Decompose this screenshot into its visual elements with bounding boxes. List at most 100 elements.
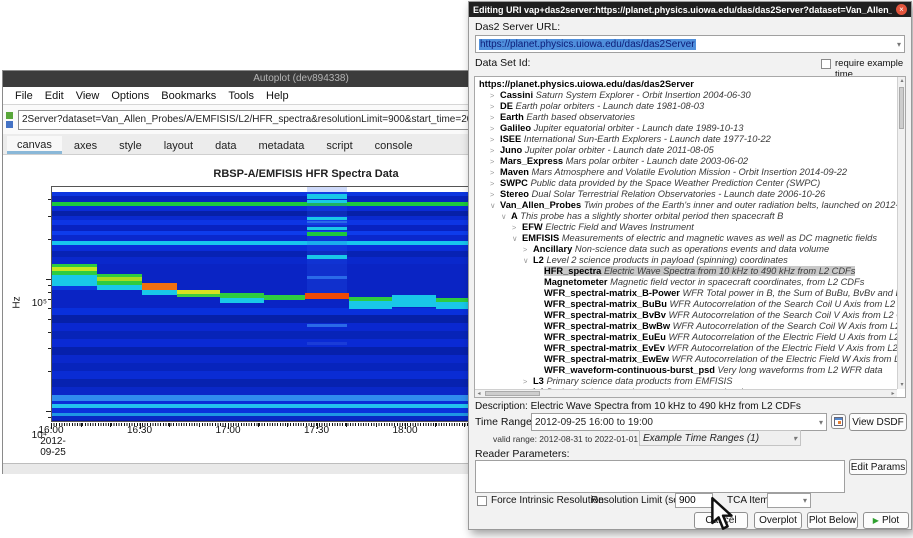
chevron-down-icon[interactable]: ▾ bbox=[819, 418, 823, 427]
tab-script[interactable]: script bbox=[316, 137, 362, 154]
chevron-collapsed-icon[interactable]: > bbox=[490, 145, 500, 156]
close-icon[interactable]: × bbox=[896, 4, 907, 15]
tree-item[interactable]: >EFW Electric Field and Waves Instrument bbox=[475, 222, 905, 233]
scroll-right-icon[interactable]: ▸ bbox=[889, 390, 897, 398]
example-time-ranges-value[interactable]: Example Time Ranges (1) bbox=[643, 433, 759, 444]
scroll-up-icon[interactable]: ▴ bbox=[898, 77, 906, 85]
calendar-picker-button[interactable] bbox=[831, 414, 846, 429]
chevron-collapsed-icon[interactable]: > bbox=[490, 178, 500, 189]
chevron-expanded-icon[interactable]: ∨ bbox=[490, 200, 500, 211]
dialog-titlebar[interactable]: Editing URI vap+das2server:https://plane… bbox=[469, 2, 911, 17]
chevron-collapsed-icon[interactable]: > bbox=[490, 112, 500, 123]
tree-item[interactable]: WFR_spectral-matrix_EvEv WFR Autocorrela… bbox=[475, 343, 905, 354]
reader-params-label: Reader Parameters: bbox=[475, 448, 570, 460]
tree-item[interactable]: >Cassini Saturn System Explorer - Orbit … bbox=[475, 90, 905, 101]
tab-style[interactable]: style bbox=[109, 137, 152, 154]
tab-data[interactable]: data bbox=[205, 137, 246, 154]
tree-item[interactable]: >L3 Primary science data products from E… bbox=[475, 376, 905, 387]
tree-item[interactable]: WFR_spectral-matrix_EuEu WFR Autocorrela… bbox=[475, 332, 905, 343]
example-time-ranges-combobox[interactable]: Example Time Ranges (1) ▾ bbox=[639, 430, 801, 446]
tree-item[interactable]: >SWPC Public data provided by the Space … bbox=[475, 178, 905, 189]
tree-item[interactable]: Magnetometer Magnetic field vector in sp… bbox=[475, 277, 905, 288]
tree-item[interactable]: WFR_waveform-continuous-burst_psd Very l… bbox=[475, 365, 905, 376]
view-dsdf-button[interactable]: View DSDF bbox=[849, 413, 907, 431]
scroll-down-icon[interactable]: ▾ bbox=[898, 381, 906, 389]
tree-item[interactable]: WFR_spectral-matrix_EwEw WFR Autocorrela… bbox=[475, 354, 905, 365]
chevron-collapsed-icon[interactable]: > bbox=[490, 101, 500, 112]
chevron-expanded-icon[interactable]: ∨ bbox=[501, 211, 511, 222]
tree-item[interactable]: WFR_spectral-matrix_BwBw WFR Autocorrela… bbox=[475, 321, 905, 332]
chevron-collapsed-icon[interactable]: > bbox=[490, 156, 500, 167]
tree-item[interactable]: ∨Van_Allen_Probes Twin probes of the Ear… bbox=[475, 200, 905, 211]
tree-item[interactable]: WFR_spectral-matrix_BvBv WFR Autocorrela… bbox=[475, 310, 905, 321]
chevron-collapsed-icon[interactable]: > bbox=[490, 90, 500, 101]
chevron-down-icon[interactable]: ▾ bbox=[793, 434, 797, 443]
chevron-collapsed-icon[interactable]: > bbox=[490, 167, 500, 178]
overplot-button[interactable]: Overplot bbox=[754, 512, 802, 529]
tab-canvas[interactable]: canvas bbox=[7, 136, 62, 154]
time-range-combobox[interactable]: 2012-09-25 16:00 to 19:00 ▾ bbox=[531, 413, 827, 431]
resolution-limit-input[interactable] bbox=[675, 493, 713, 508]
chevron-collapsed-icon[interactable]: > bbox=[490, 123, 500, 134]
menu-options[interactable]: Options bbox=[105, 89, 155, 103]
tree-item[interactable]: >ISEE International Sun-Earth Explorers … bbox=[475, 134, 905, 145]
tree-horizontal-scrollbar[interactable]: ◂ ▸ bbox=[475, 389, 897, 397]
chevron-expanded-icon[interactable]: ∨ bbox=[523, 255, 533, 266]
x-tick-label: 17:30 bbox=[299, 425, 335, 436]
reader-params-textarea[interactable] bbox=[475, 460, 845, 493]
tree-item[interactable]: >Ancillary Non-science data such as oper… bbox=[475, 244, 905, 255]
tree-vscroll-thumb[interactable] bbox=[899, 87, 904, 129]
das2server-uri-dialog: Editing URI vap+das2server:https://plane… bbox=[468, 1, 912, 530]
menu-edit[interactable]: Edit bbox=[39, 89, 70, 103]
chevron-collapsed-icon[interactable]: > bbox=[512, 222, 522, 233]
chevron-collapsed-icon[interactable]: > bbox=[490, 134, 500, 145]
force-intrinsic-resolution-checkbox[interactable] bbox=[477, 496, 487, 506]
tree-item[interactable]: >Mars_Express Mars polar orbiter - Launc… bbox=[475, 156, 905, 167]
plot-below-button[interactable]: Plot Below bbox=[807, 512, 858, 529]
tab-axes[interactable]: axes bbox=[64, 137, 107, 154]
require-example-time-checkbox[interactable] bbox=[821, 59, 831, 69]
tab-metadata[interactable]: metadata bbox=[249, 137, 315, 154]
server-url-combobox[interactable]: https://planet.physics.uiowa.edu/das/das… bbox=[475, 35, 905, 53]
menu-tools[interactable]: Tools bbox=[222, 89, 260, 103]
tree-item[interactable]: WFR_spectral-matrix_B-Power WFR Total po… bbox=[475, 288, 905, 299]
menu-view[interactable]: View bbox=[70, 89, 106, 103]
x-axis-date-label: 2012-09-25 bbox=[35, 436, 71, 458]
tree-item[interactable]: >DE Earth polar orbiters - Launch date 1… bbox=[475, 101, 905, 112]
tree-vertical-scrollbar[interactable]: ▴ ▾ bbox=[897, 77, 905, 389]
chevron-down-icon[interactable]: ▾ bbox=[897, 40, 901, 49]
tree-item[interactable]: ∨A This probe has a slightly shorter orb… bbox=[475, 211, 905, 222]
chevron-collapsed-icon[interactable]: > bbox=[523, 376, 533, 387]
tree-item[interactable]: ∨EMFISIS Measurements of electric and ma… bbox=[475, 233, 905, 244]
tree-item[interactable]: WFR_spectral-matrix_BuBu WFR Autocorrela… bbox=[475, 299, 905, 310]
tree-item[interactable]: https://planet.physics.uiowa.edu/das/das… bbox=[475, 79, 905, 90]
time-range-value[interactable]: 2012-09-25 16:00 to 19:00 bbox=[535, 417, 653, 428]
autoplot-window-title: Autoplot (dev894338) bbox=[253, 73, 349, 84]
tab-layout[interactable]: layout bbox=[154, 137, 203, 154]
valid-range-text: valid range: 2012-08-31 to 2022-01-01 bbox=[493, 434, 638, 444]
tree-hscroll-thumb[interactable] bbox=[485, 391, 540, 396]
tree-item[interactable]: >Stereo Dual Solar Terrestrial Relation … bbox=[475, 189, 905, 200]
menu-help[interactable]: Help bbox=[260, 89, 295, 103]
tree-item[interactable]: ∨L2 Level 2 science products in payload … bbox=[475, 255, 905, 266]
tca-item-combobox[interactable]: ▾ bbox=[767, 493, 811, 508]
edit-params-button[interactable]: Edit Params bbox=[849, 459, 907, 475]
dataset-id-label: Data Set Id: bbox=[475, 57, 530, 69]
tab-console[interactable]: console bbox=[365, 137, 423, 154]
chevron-collapsed-icon[interactable]: > bbox=[490, 189, 500, 200]
tree-item[interactable]: >Galileo Jupiter equatorial orbiter - La… bbox=[475, 123, 905, 134]
tree-item[interactable]: HFR_spectra Electric Wave Spectra from 1… bbox=[475, 266, 905, 277]
dataset-tree[interactable]: https://planet.physics.uiowa.edu/das/das… bbox=[474, 76, 906, 398]
chevron-collapsed-icon[interactable]: > bbox=[523, 244, 533, 255]
tree-item[interactable]: >Juno Jupiter polar orbiter - Launch dat… bbox=[475, 145, 905, 156]
tree-item[interactable]: >Earth Earth based observatories bbox=[475, 112, 905, 123]
chevron-expanded-icon[interactable]: ∨ bbox=[512, 233, 522, 244]
server-url-value[interactable]: https://planet.physics.uiowa.edu/das/das… bbox=[479, 39, 696, 50]
chevron-down-icon[interactable]: ▾ bbox=[803, 496, 807, 505]
tree-item[interactable]: >Maven Mars Atmosphere and Volatile Evol… bbox=[475, 167, 905, 178]
scroll-left-icon[interactable]: ◂ bbox=[475, 390, 483, 398]
plot-button[interactable]: ▶ Plot bbox=[863, 512, 909, 529]
menu-bookmarks[interactable]: Bookmarks bbox=[155, 89, 222, 103]
y-axis-label: Hz bbox=[12, 296, 23, 308]
menu-file[interactable]: File bbox=[9, 89, 39, 103]
